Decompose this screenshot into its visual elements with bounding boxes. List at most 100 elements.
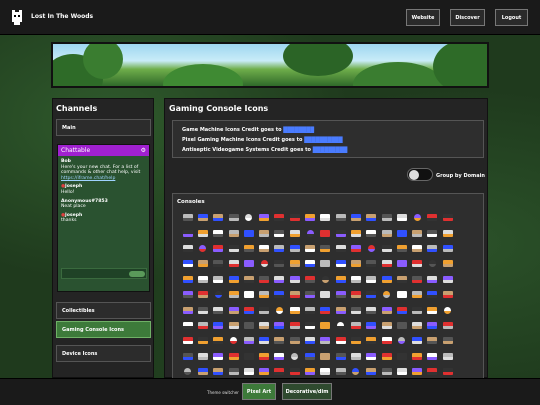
channel-device-icons[interactable]: Device Icons (56, 345, 151, 362)
console-icon[interactable] (348, 225, 363, 240)
console-icon[interactable] (180, 302, 195, 317)
console-icon[interactable] (364, 272, 379, 287)
console-icon[interactable] (425, 349, 440, 364)
console-icon[interactable] (425, 241, 440, 256)
console-icon[interactable] (379, 210, 394, 225)
console-icon[interactable] (333, 241, 348, 256)
console-icon[interactable] (272, 302, 287, 317)
console-icon[interactable] (379, 318, 394, 333)
console-icon[interactable] (195, 318, 210, 333)
chat-help-link[interactable]: https://iframe.chat/help (61, 176, 115, 181)
console-icon[interactable] (287, 272, 302, 287)
console-icon[interactable] (379, 256, 394, 271)
credit-link[interactable]: █████████ (313, 147, 348, 153)
console-icon[interactable] (272, 225, 287, 240)
console-icon[interactable] (241, 241, 256, 256)
console-icon[interactable] (226, 256, 241, 271)
console-icon[interactable] (195, 349, 210, 364)
console-icon[interactable] (195, 287, 210, 302)
console-icon[interactable] (409, 349, 424, 364)
console-icon[interactable] (211, 318, 226, 333)
channel-main[interactable]: Main (56, 119, 151, 136)
console-icon[interactable] (440, 349, 455, 364)
console-icon[interactable] (348, 364, 363, 378)
console-icon[interactable] (302, 318, 317, 333)
console-icon[interactable] (180, 256, 195, 271)
console-icon[interactable] (364, 287, 379, 302)
console-icon[interactable] (348, 302, 363, 317)
console-icon[interactable] (394, 364, 409, 378)
console-icon[interactable] (425, 210, 440, 225)
console-icon[interactable] (333, 364, 348, 378)
console-icon[interactable] (180, 287, 195, 302)
console-icon[interactable] (440, 272, 455, 287)
website-button[interactable]: Website (406, 9, 440, 26)
console-icon[interactable] (348, 318, 363, 333)
logout-button[interactable]: Logout (495, 9, 528, 26)
channel-collectibles[interactable]: Collectibles (56, 302, 151, 319)
console-icon[interactable] (425, 333, 440, 348)
console-icon[interactable] (409, 272, 424, 287)
console-icon[interactable] (394, 318, 409, 333)
console-icon[interactable] (318, 349, 333, 364)
console-icon[interactable] (333, 302, 348, 317)
console-icon[interactable] (256, 302, 271, 317)
console-icon[interactable] (256, 272, 271, 287)
console-icon[interactable] (226, 287, 241, 302)
console-icon[interactable] (364, 225, 379, 240)
console-icon[interactable] (379, 241, 394, 256)
channel-gaming-console-icons[interactable]: Gaming Console Icons (56, 321, 151, 338)
console-icon[interactable] (364, 241, 379, 256)
console-icon[interactable] (287, 333, 302, 348)
console-icon[interactable] (287, 225, 302, 240)
console-icon[interactable] (425, 364, 440, 378)
console-icon[interactable] (272, 364, 287, 378)
console-icon[interactable] (287, 256, 302, 271)
console-icon[interactable] (409, 225, 424, 240)
console-icon[interactable] (409, 287, 424, 302)
console-icon[interactable] (379, 225, 394, 240)
console-icon[interactable] (195, 302, 210, 317)
console-icon[interactable] (409, 241, 424, 256)
console-icon[interactable] (364, 364, 379, 378)
console-icon[interactable] (226, 364, 241, 378)
console-icon[interactable] (440, 256, 455, 271)
console-icon[interactable] (241, 210, 256, 225)
console-icon[interactable] (302, 225, 317, 240)
console-icon[interactable] (241, 225, 256, 240)
console-icon[interactable] (318, 210, 333, 225)
console-icon[interactable] (211, 302, 226, 317)
console-icon[interactable] (333, 272, 348, 287)
console-icon[interactable] (394, 225, 409, 240)
console-icon[interactable] (241, 302, 256, 317)
console-icon[interactable] (272, 333, 287, 348)
console-icon[interactable] (425, 287, 440, 302)
console-icon[interactable] (211, 287, 226, 302)
console-icon[interactable] (195, 272, 210, 287)
console-icon[interactable] (272, 287, 287, 302)
console-icon[interactable] (241, 256, 256, 271)
console-icon[interactable] (256, 287, 271, 302)
console-icon[interactable] (287, 241, 302, 256)
console-icon[interactable] (394, 256, 409, 271)
console-icon[interactable] (256, 241, 271, 256)
console-icon[interactable] (409, 256, 424, 271)
console-icon[interactable] (226, 241, 241, 256)
console-icon[interactable] (241, 333, 256, 348)
console-icon[interactable] (379, 333, 394, 348)
console-icon[interactable] (318, 256, 333, 271)
console-icon[interactable] (440, 225, 455, 240)
console-icon[interactable] (180, 225, 195, 240)
console-icon[interactable] (333, 287, 348, 302)
console-icon[interactable] (211, 272, 226, 287)
site-title[interactable]: Lost In The Woods (31, 13, 93, 20)
console-icon[interactable] (241, 272, 256, 287)
console-icon[interactable] (211, 364, 226, 378)
console-icon[interactable] (348, 333, 363, 348)
console-icon[interactable] (272, 272, 287, 287)
console-icon[interactable] (348, 256, 363, 271)
console-icon[interactable] (379, 287, 394, 302)
console-icon[interactable] (394, 272, 409, 287)
console-icon[interactable] (287, 364, 302, 378)
console-icon[interactable] (302, 302, 317, 317)
